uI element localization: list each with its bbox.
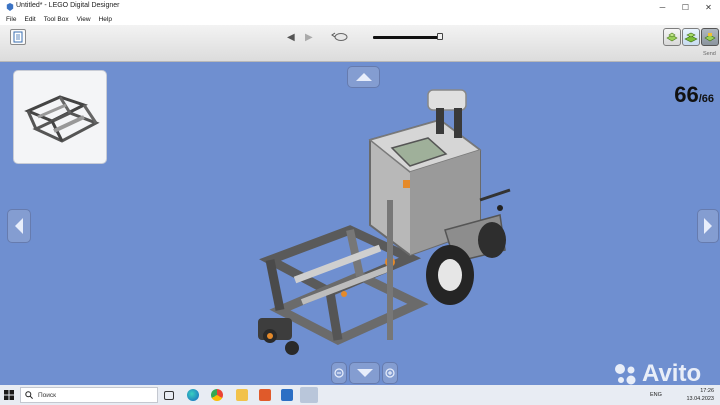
guide-mode-button[interactable] xyxy=(701,28,719,46)
search-icon xyxy=(25,391,33,399)
document-button[interactable] xyxy=(10,29,26,45)
menu-file[interactable]: File xyxy=(6,16,16,23)
lego-designer-icon[interactable] xyxy=(300,387,318,403)
submodel-frame-image xyxy=(24,95,100,143)
system-clock[interactable]: 17:26 13.04.2023 xyxy=(686,387,714,403)
previous-step-button[interactable]: ◀ xyxy=(287,32,295,43)
window-titlebar: Untitled* - LEGO Digital Designer ─ ☐ ✕ xyxy=(0,0,720,14)
maximize-icon[interactable]: ☐ xyxy=(674,0,697,14)
send-label: Send xyxy=(703,51,716,57)
menu-toolbox[interactable]: Tool Box xyxy=(44,16,69,23)
brick-build-icon xyxy=(666,32,678,42)
chrome-icon[interactable] xyxy=(211,389,223,401)
chevron-left-icon xyxy=(15,218,23,234)
chevron-right-icon xyxy=(704,218,712,234)
building-guide-toolbar: ◀ ▶ Send xyxy=(0,25,720,62)
step-total: /66 xyxy=(698,93,714,105)
submodel-thumbnail[interactable] xyxy=(13,70,107,164)
menu-edit[interactable]: Edit xyxy=(24,16,35,23)
build-mode-button[interactable] xyxy=(663,28,681,46)
windows-taskbar: Поиск ENG 17:26 13.04.2023 xyxy=(0,385,720,405)
avito-watermark: Avito xyxy=(612,360,701,388)
view-mode-button[interactable] xyxy=(682,28,700,46)
task-view-icon[interactable] xyxy=(164,391,174,400)
file-explorer-icon[interactable] xyxy=(236,389,248,401)
window-controls: ─ ☐ ✕ xyxy=(651,0,720,14)
clock-time: 17:26 xyxy=(700,388,714,394)
windows-start-icon[interactable] xyxy=(0,385,18,405)
step-counter: 66/66 xyxy=(674,82,714,108)
menu-bar: File Edit Tool Box View Help xyxy=(0,14,720,25)
guide-icon xyxy=(704,33,716,42)
app-logo-icon xyxy=(6,3,14,11)
watermark-text: Avito xyxy=(642,360,702,387)
undo-icon[interactable] xyxy=(331,30,349,42)
input-language[interactable]: ENG xyxy=(650,392,662,398)
step-current: 66 xyxy=(674,82,699,107)
avito-logo-icon xyxy=(615,364,636,385)
mail-icon[interactable] xyxy=(259,389,271,401)
rotate-left-button[interactable] xyxy=(7,209,31,243)
lego-robot-model[interactable] xyxy=(240,80,520,370)
app-icon[interactable] xyxy=(281,389,293,401)
document-icon xyxy=(13,31,23,43)
taskbar-search-input[interactable]: Поиск xyxy=(20,387,158,403)
menu-view[interactable]: View xyxy=(77,16,91,23)
bricks-view-icon xyxy=(684,32,698,43)
minimize-icon[interactable]: ─ xyxy=(651,0,674,14)
search-placeholder: Поиск xyxy=(38,391,57,399)
close-icon[interactable]: ✕ xyxy=(697,0,720,14)
window-title: Untitled* - LEGO Digital Designer xyxy=(16,2,120,9)
step-slider-handle[interactable] xyxy=(437,33,443,40)
clock-date: 13.04.2023 xyxy=(686,396,714,402)
step-slider-track[interactable] xyxy=(373,36,441,39)
rotate-right-button[interactable] xyxy=(697,209,719,243)
edge-icon[interactable] xyxy=(187,389,199,401)
menu-help[interactable]: Help xyxy=(99,16,112,23)
next-step-button[interactable]: ▶ xyxy=(305,32,313,43)
